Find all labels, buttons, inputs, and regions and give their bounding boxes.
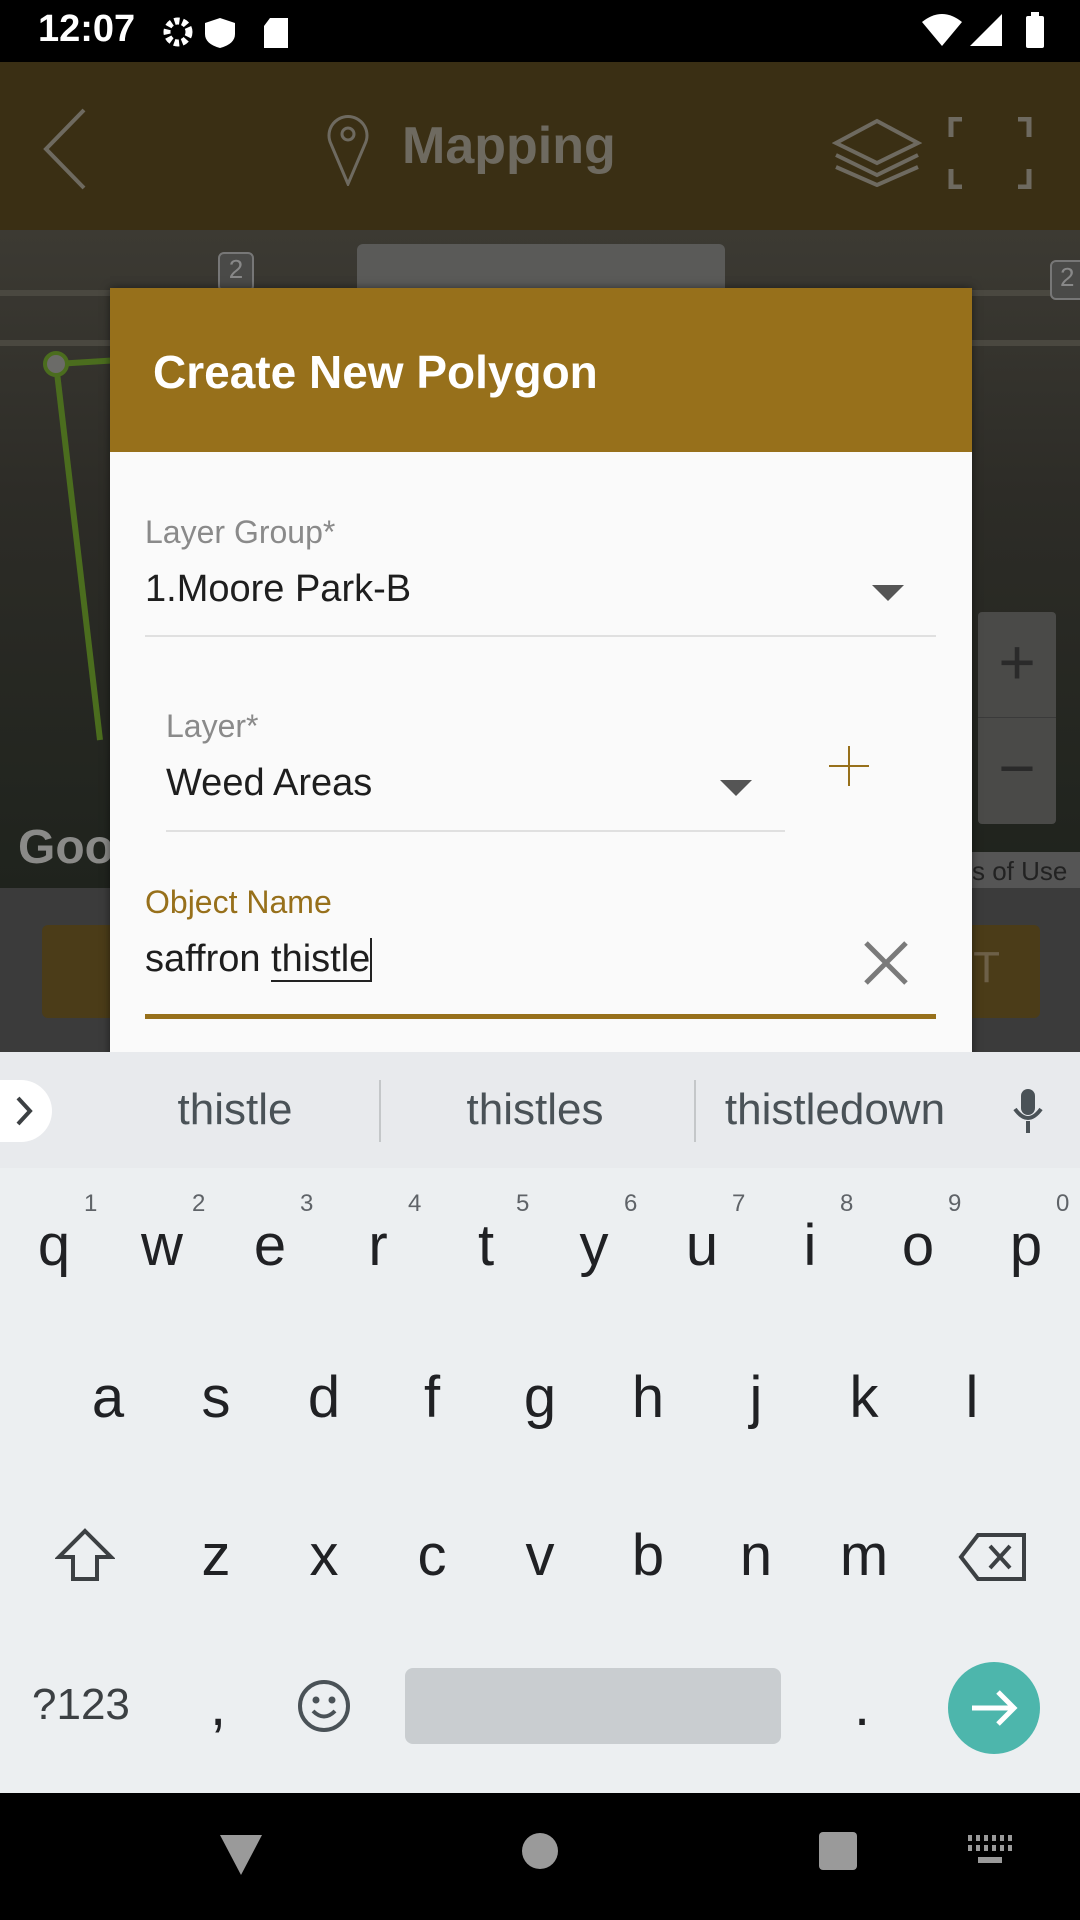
- app-header: Mapping: [0, 62, 1080, 230]
- create-polygon-dialog: Create New Polygon Layer Group* 1.Moore …: [110, 288, 972, 1058]
- key-k[interactable]: k: [810, 1364, 918, 1431]
- dropdown-arrow-icon: [720, 780, 752, 796]
- key-hint: 8: [840, 1190, 854, 1217]
- key-l[interactable]: l: [918, 1364, 1026, 1431]
- home-nav-icon[interactable]: [520, 1831, 560, 1871]
- key-i[interactable]: i: [756, 1212, 864, 1279]
- suggestion[interactable]: thistle: [110, 1085, 360, 1135]
- add-layer-icon[interactable]: [828, 745, 870, 787]
- key-hint: 3: [300, 1190, 314, 1217]
- key-hint: 5: [516, 1190, 530, 1217]
- map-pin-icon: [327, 115, 369, 186]
- key-x[interactable]: x: [270, 1522, 378, 1589]
- key-u[interactable]: u: [648, 1212, 756, 1279]
- key-m[interactable]: m: [810, 1522, 918, 1589]
- layers-icon[interactable]: [832, 117, 922, 187]
- key-q[interactable]: q: [0, 1212, 108, 1279]
- layer-label: Layer*: [166, 708, 259, 744]
- clear-icon[interactable]: [863, 940, 909, 986]
- status-time: 12:07: [38, 8, 136, 50]
- underline: [166, 830, 785, 832]
- layer-select[interactable]: Weed Areas: [166, 762, 785, 834]
- map-badge: 2: [218, 252, 254, 292]
- key-g[interactable]: g: [486, 1364, 594, 1431]
- divider: [694, 1080, 696, 1142]
- key-v[interactable]: v: [486, 1522, 594, 1589]
- navigation-bar: [0, 1793, 1080, 1920]
- key-h[interactable]: h: [594, 1364, 702, 1431]
- status-bar: 12:07: [0, 0, 1080, 62]
- composing-word: thistle: [271, 938, 373, 982]
- status-icons-left: [163, 17, 288, 48]
- key-hint: 6: [624, 1190, 638, 1217]
- back-nav-icon[interactable]: [218, 1833, 264, 1877]
- recents-nav-icon[interactable]: [818, 1831, 858, 1871]
- object-name-label: Object Name: [145, 884, 332, 920]
- microphone-icon[interactable]: [1010, 1087, 1046, 1137]
- symbols-key[interactable]: ?123: [32, 1680, 130, 1730]
- comma-key[interactable]: ,: [164, 1672, 272, 1739]
- dialog-title: Create New Polygon: [110, 288, 972, 452]
- dropdown-arrow-icon: [872, 585, 904, 601]
- back-icon[interactable]: [40, 107, 90, 192]
- underline: [145, 635, 936, 637]
- layer-group-value: 1.Moore Park-B: [145, 568, 412, 610]
- key-r[interactable]: r: [324, 1212, 432, 1279]
- emoji-key[interactable]: [296, 1678, 352, 1734]
- keyboard: thistle thistles thistledown ?123 , . q1…: [0, 1052, 1080, 1793]
- key-hint: 9: [948, 1190, 962, 1217]
- key-o[interactable]: o: [864, 1212, 972, 1279]
- layer-value: Weed Areas: [166, 762, 373, 804]
- period-key[interactable]: .: [808, 1672, 916, 1739]
- key-b[interactable]: b: [594, 1522, 702, 1589]
- key-d[interactable]: d: [270, 1364, 378, 1431]
- zoom-in-icon[interactable]: +: [978, 612, 1056, 718]
- key-c[interactable]: c: [378, 1522, 486, 1589]
- key-hint: 0: [1056, 1190, 1070, 1217]
- arrow-right-icon: [972, 1690, 1018, 1726]
- space-key[interactable]: [405, 1668, 781, 1744]
- focused-underline: [145, 1014, 936, 1019]
- key-hint: 1: [84, 1190, 98, 1217]
- object-name-value: saffron thistle: [145, 938, 373, 982]
- zoom-out-icon[interactable]: −: [978, 718, 1056, 818]
- google-logo: Goo: [18, 821, 114, 874]
- key-t[interactable]: t: [432, 1212, 540, 1279]
- keyboard-switch-icon[interactable]: [968, 1835, 1012, 1867]
- key-hint: 7: [732, 1190, 746, 1217]
- shift-key[interactable]: [55, 1527, 115, 1583]
- suggestion[interactable]: thistledown: [700, 1085, 970, 1135]
- key-hint: 2: [192, 1190, 206, 1217]
- enter-key[interactable]: [948, 1662, 1040, 1754]
- map-badge: 2: [1050, 260, 1080, 300]
- key-y[interactable]: y: [540, 1212, 648, 1279]
- key-s[interactable]: s: [162, 1364, 270, 1431]
- object-name-input[interactable]: saffron thistle: [145, 928, 936, 1020]
- expand-suggestions-button[interactable]: [0, 1080, 52, 1142]
- app-title: Mapping: [402, 117, 616, 175]
- key-j[interactable]: j: [702, 1364, 810, 1431]
- layer-group-select[interactable]: 1.Moore Park-B: [145, 568, 936, 638]
- backspace-key[interactable]: [958, 1532, 1028, 1582]
- fullscreen-icon[interactable]: [948, 117, 1032, 189]
- key-n[interactable]: n: [702, 1522, 810, 1589]
- key-p[interactable]: p: [972, 1212, 1080, 1279]
- text-prefix: saffron: [145, 938, 272, 980]
- key-hint: 4: [408, 1190, 422, 1217]
- divider: [379, 1080, 381, 1142]
- key-a[interactable]: a: [54, 1364, 162, 1431]
- status-icons-right: [922, 12, 1044, 48]
- layer-group-label: Layer Group*: [145, 514, 336, 550]
- suggestion-strip: thistle thistles thistledown: [0, 1052, 1080, 1168]
- suggestion[interactable]: thistles: [410, 1085, 660, 1135]
- terms-of-use-link[interactable]: s of Use: [972, 852, 1080, 888]
- key-e[interactable]: e: [216, 1212, 324, 1279]
- key-f[interactable]: f: [378, 1364, 486, 1431]
- key-z[interactable]: z: [162, 1522, 270, 1589]
- polygon-edge: [43, 351, 120, 741]
- key-w[interactable]: w: [108, 1212, 216, 1279]
- zoom-controls[interactable]: + −: [978, 612, 1056, 824]
